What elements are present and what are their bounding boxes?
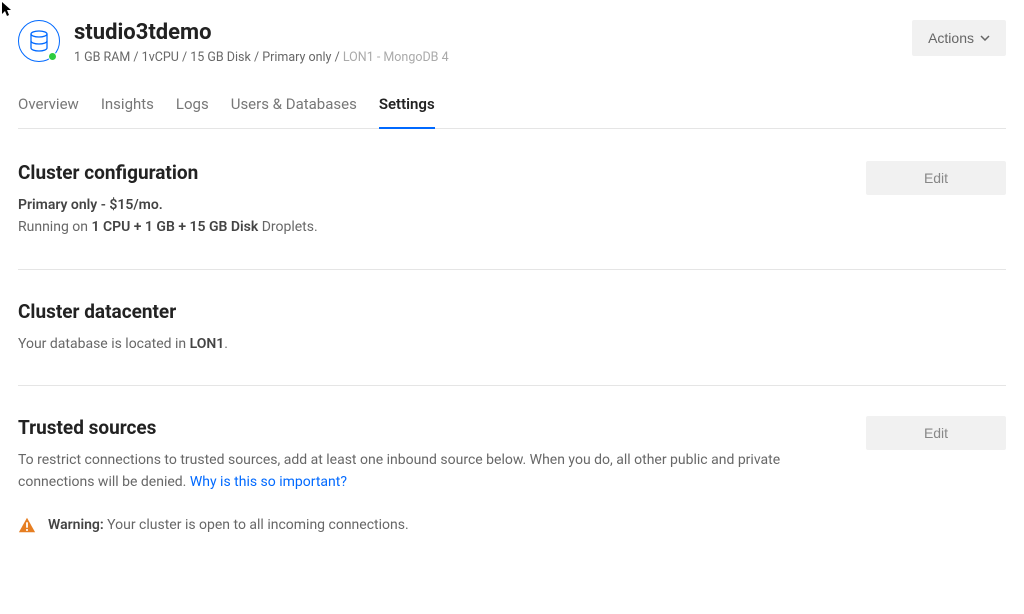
cluster-config-title: Cluster configuration [18,161,846,184]
mouse-cursor [2,2,14,18]
actions-label: Actions [928,30,974,46]
trusted-sources-why-link[interactable]: Why is this so important? [190,474,347,490]
section-cluster-configuration: Cluster configuration Primary only - $15… [18,161,1006,270]
tab-overview[interactable]: Overview [18,95,79,129]
section-cluster-datacenter: Cluster datacenter Your database is loca… [18,300,1006,386]
datacenter-location: Your database is located in LON1. [18,333,1006,355]
cluster-config-running: Running on 1 CPU + 1 GB + 15 GB Disk Dro… [18,219,318,235]
edit-trusted-sources-button[interactable]: Edit [866,416,1006,450]
tab-insights[interactable]: Insights [101,95,154,129]
actions-dropdown[interactable]: Actions [912,20,1006,56]
trusted-sources-title: Trusted sources [18,416,846,439]
tab-settings[interactable]: Settings [379,95,435,129]
cluster-spec-line: 1 GB RAM / 1vCPU / 15 GB Disk / Primary … [74,49,449,67]
edit-cluster-config-button[interactable]: Edit [866,161,1006,195]
warning-message: Warning: Your cluster is open to all inc… [48,517,409,533]
cluster-title: studio3tdemo [74,20,449,46]
tab-logs[interactable]: Logs [176,95,209,129]
tabs-nav: Overview Insights Logs Users & Databases… [18,95,1006,129]
database-icon [18,20,60,62]
tab-users-databases[interactable]: Users & Databases [231,95,357,129]
status-dot-online [48,52,57,61]
section-trusted-sources: Trusted sources To restrict connections … [18,416,1006,564]
cluster-config-plan: Primary only - $15/mo. [18,197,163,213]
warning-icon [18,516,36,534]
trusted-sources-description: To restrict connections to trusted sourc… [18,449,846,494]
warning-row: Warning: Your cluster is open to all inc… [18,516,846,534]
datacenter-title: Cluster datacenter [18,300,1006,323]
page-header: studio3tdemo 1 GB RAM / 1vCPU / 15 GB Di… [18,20,1006,67]
chevron-down-icon [980,35,990,41]
